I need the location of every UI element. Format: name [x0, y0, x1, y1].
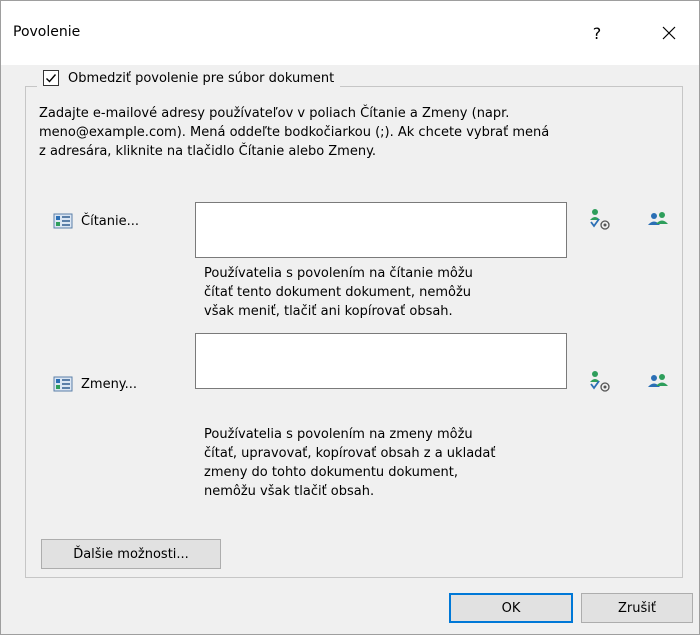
title-bar: Povolenie ? [1, 1, 699, 65]
restrict-checkbox[interactable] [43, 70, 59, 86]
read-button-label: Čítanie... [81, 213, 139, 229]
add-everyone-icon[interactable] [646, 207, 670, 231]
check-names-icon[interactable] [588, 207, 612, 231]
add-everyone-icon[interactable] [646, 369, 670, 393]
more-options-button[interactable]: Ďalšie možnosti... [41, 539, 221, 569]
address-book-icon [53, 376, 73, 392]
more-options-label: Ďalšie možnosti... [73, 546, 189, 562]
help-label: ? [592, 23, 602, 43]
read-permission-input[interactable] [195, 202, 567, 258]
ok-label: OK [501, 600, 521, 616]
read-description: Používatelia s povolením na čítanie môžu… [204, 266, 473, 319]
close-icon [662, 26, 676, 40]
close-button[interactable] [647, 13, 691, 53]
read-button[interactable]: Čítanie... [53, 209, 139, 233]
restrict-checkbox-label: Obmedziť povolenie pre súbor dokument [68, 70, 335, 86]
restrict-checkbox-row[interactable]: Obmedziť povolenie pre súbor dokument [37, 67, 341, 89]
change-button[interactable]: Zmeny... [53, 372, 137, 396]
dialog-title: Povolenie [13, 24, 81, 40]
address-book-icon [53, 213, 73, 229]
change-button-label: Zmeny... [81, 376, 138, 392]
ok-button[interactable]: OK [449, 593, 573, 623]
checkmark-icon [46, 74, 57, 83]
cancel-button[interactable]: Zrušiť [581, 593, 693, 623]
change-description: Používatelia s povolením na zmeny môžu č… [204, 427, 496, 499]
change-permission-input[interactable] [195, 333, 567, 389]
check-names-icon[interactable] [588, 369, 612, 393]
cancel-label: Zrušiť [618, 600, 656, 616]
instructions-text: Zadajte e-mailové adresy používateľov v … [39, 106, 550, 159]
permission-dialog: Povolenie ? Obmedziť povolenie pre súbor… [0, 0, 700, 635]
help-button[interactable]: ? [575, 13, 619, 53]
